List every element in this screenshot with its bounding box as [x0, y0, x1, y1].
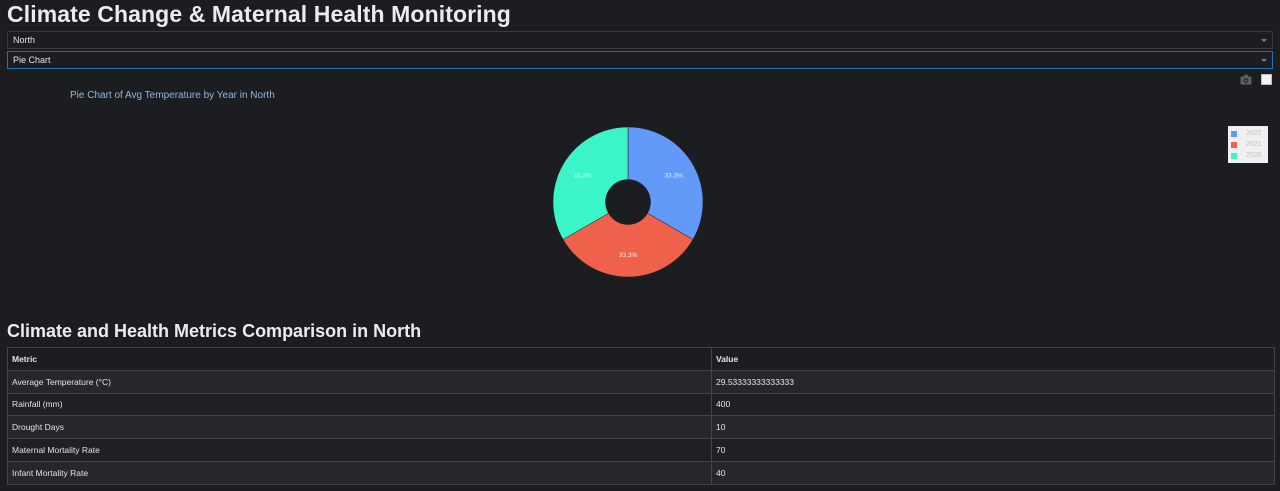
column-header-metric: Metric	[7, 347, 712, 371]
legend-item-2021[interactable]: 2021	[1231, 139, 1265, 150]
legend-swatch	[1231, 152, 1237, 159]
chevron-down-icon[interactable]	[1261, 39, 1267, 42]
metric-cell: Infant Mortality Rate	[7, 460, 712, 485]
column-header-value: Value	[711, 347, 1275, 371]
metrics-table: Metric Value Average Temperature (°C) 29…	[7, 347, 1275, 485]
value-cell: 10	[711, 415, 1275, 440]
legend-label: 2022	[1246, 130, 1262, 137]
page-title: Climate Change & Maternal Health Monitor…	[7, 1, 511, 27]
metric-cell: Maternal Mortality Rate	[7, 438, 712, 462]
metric-cell: Rainfall (mm)	[7, 392, 712, 417]
value-cell: 400	[711, 392, 1275, 417]
table-header-row: Metric Value	[7, 347, 1275, 371]
pie-slice-label: 33.3%	[619, 252, 638, 259]
chart-legend: 2022 2021 2020	[1228, 126, 1268, 163]
legend-swatch	[1231, 130, 1237, 137]
table-row: Infant Mortality Rate 40	[7, 460, 1275, 485]
chart-title: Pie Chart of Avg Temperature by Year in …	[70, 90, 275, 101]
table-row: Drought Days 10	[7, 415, 1275, 440]
metric-cell: Drought Days	[7, 415, 712, 440]
metric-cell: Average Temperature (°C)	[7, 369, 712, 394]
legend-label: 2021	[1246, 141, 1262, 148]
legend-swatch	[1231, 141, 1237, 148]
table-row: Average Temperature (°C) 29.533333333333…	[7, 369, 1275, 394]
value-cell: 40	[711, 460, 1275, 485]
legend-item-2020[interactable]: 2020	[1231, 150, 1265, 161]
legend-label: 2020	[1246, 152, 1262, 159]
value-cell: 29.53333333333333	[711, 369, 1275, 394]
table-row: Rainfall (mm) 400	[7, 392, 1275, 417]
chevron-down-icon[interactable]	[1261, 59, 1267, 62]
checkbox-icon[interactable]	[1261, 74, 1272, 85]
chart-modebar	[1240, 74, 1272, 85]
pie-slice-label: 33.3%	[664, 173, 683, 180]
legend-item-2022[interactable]: 2022	[1231, 128, 1265, 139]
chart-type-dropdown[interactable]: Pie Chart	[7, 51, 1273, 69]
camera-icon[interactable]	[1240, 74, 1252, 85]
pie-slice-label: 33.3%	[573, 173, 592, 180]
value-cell: 70	[711, 438, 1275, 462]
table-row: Maternal Mortality Rate 70	[7, 438, 1275, 462]
region-dropdown-value: North	[13, 35, 36, 45]
table-section-title: Climate and Health Metrics Comparison in…	[7, 321, 422, 341]
chart-type-dropdown-value: Pie Chart	[13, 55, 51, 65]
region-dropdown[interactable]: North	[7, 31, 1273, 49]
pie-chart: 33.3% 33.3% 33.3%	[552, 126, 704, 278]
